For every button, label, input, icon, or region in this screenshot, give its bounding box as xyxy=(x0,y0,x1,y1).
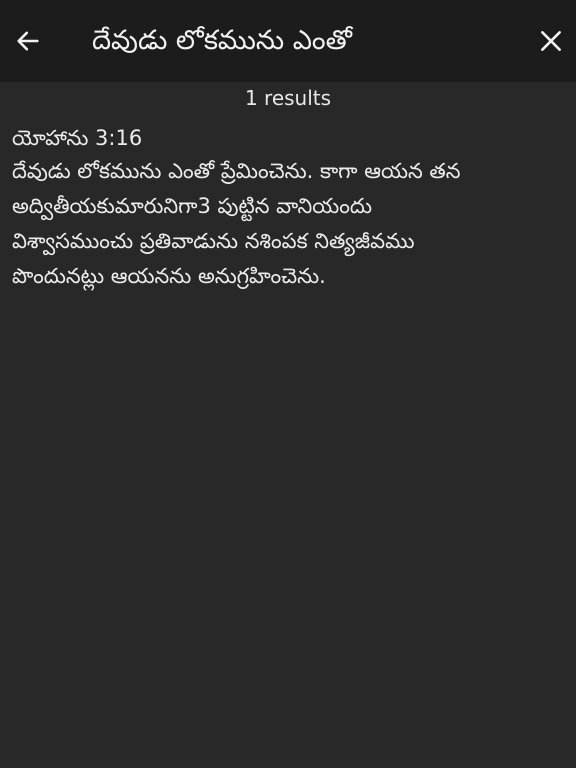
list-item[interactable]: యోహాను 3:16 దేవుడు లోకమును ఎంతో ప్రేమించ… xyxy=(12,122,564,294)
close-icon xyxy=(541,31,561,51)
result-list: యోహాను 3:16 దేవుడు లోకమును ఎంతో ప్రేమించ… xyxy=(12,122,564,294)
search-results-screen: దేవుడు లోకమును ఎంతో 1 results యోహాను 3:1… xyxy=(0,0,576,768)
back-button[interactable] xyxy=(8,21,48,61)
verse-reference: యోహాను 3:16 xyxy=(12,126,143,150)
close-button[interactable] xyxy=(531,21,571,61)
page-title: దేవుడు లోకమును ఎంతో xyxy=(92,25,352,56)
verse-text: దేవుడు లోకమును ఎంతో ప్రేమించెను. కాగా ఆయ… xyxy=(12,159,461,288)
arrow-left-icon xyxy=(17,31,39,51)
top-app-bar: దేవుడు లోకమును ఎంతో xyxy=(0,0,576,82)
results-count: 1 results xyxy=(244,86,332,110)
